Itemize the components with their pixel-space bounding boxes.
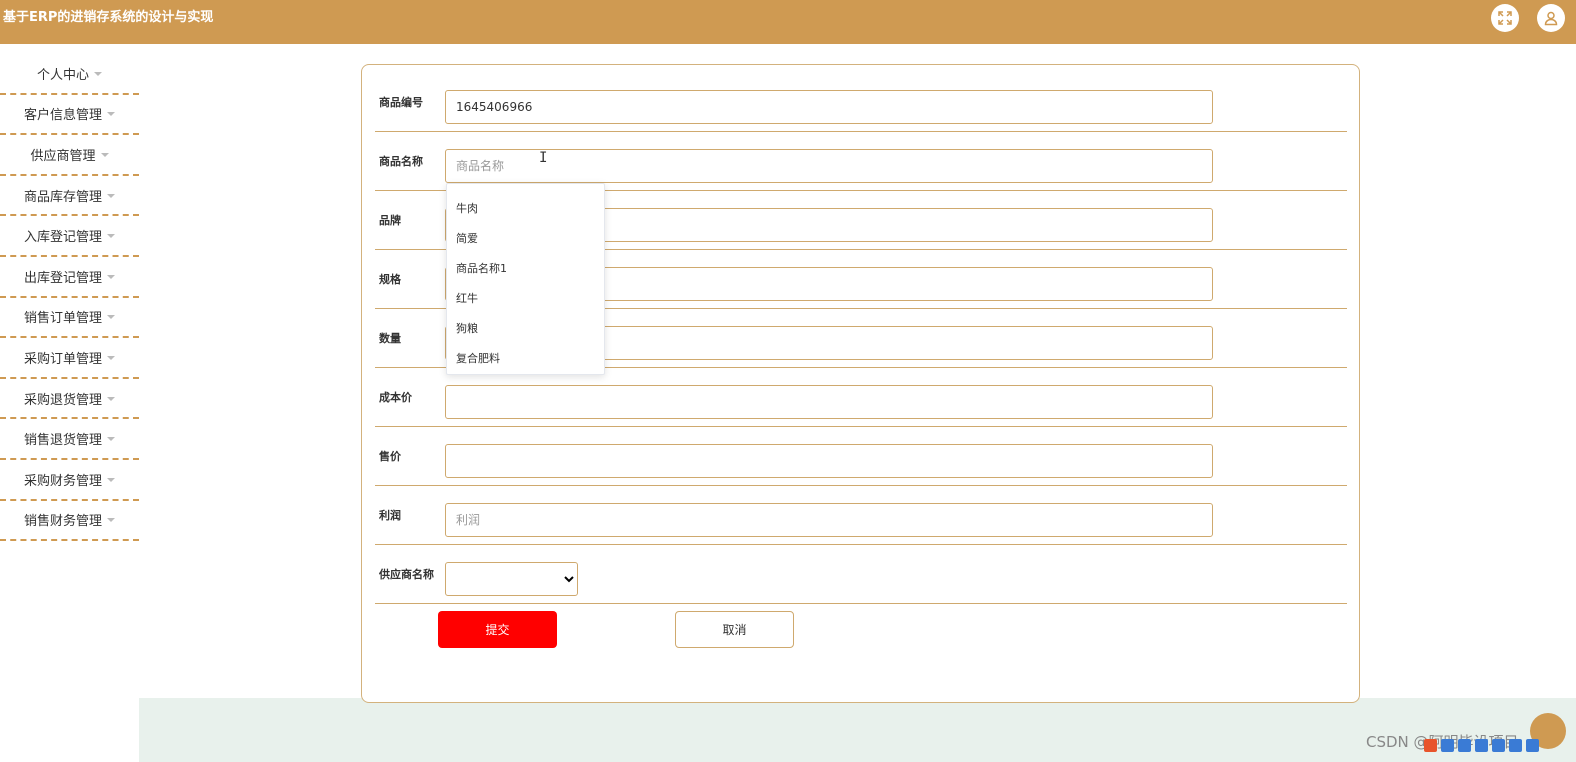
- sidebar-item-stock-in[interactable]: 入库登记管理: [0, 216, 139, 257]
- fullscreen-icon[interactable]: [1491, 4, 1519, 32]
- app-title: 基于ERP的进销存系统的设计与实现: [3, 10, 214, 25]
- cancel-button[interactable]: 取消: [675, 611, 794, 648]
- caret-down-icon: [107, 315, 115, 320]
- user-icon[interactable]: [1537, 4, 1565, 32]
- field-label: 售价: [379, 450, 401, 463]
- sidebar-item-label: 销售退货管理: [23, 433, 102, 449]
- field-label: 供应商名称: [379, 568, 434, 581]
- sidebar-item-label: 个人中心: [36, 67, 89, 83]
- footer-band: [139, 698, 1576, 762]
- suggestion-item[interactable]: 简爱: [447, 223, 604, 253]
- tray-icon: [1441, 738, 1454, 752]
- form-row-product-code: 商品编号: [375, 73, 1347, 132]
- submit-button[interactable]: 提交: [438, 611, 557, 648]
- caret-down-icon: [107, 355, 115, 360]
- caret-down-icon: [100, 152, 109, 157]
- cost-price-input[interactable]: [445, 385, 1213, 419]
- sidebar-item-label: 入库登记管理: [23, 230, 102, 246]
- caret-down-icon: [107, 437, 115, 442]
- product-name-input[interactable]: [445, 149, 1213, 183]
- keyboard-icon: [1492, 738, 1505, 752]
- shirt-icon: [1509, 738, 1522, 752]
- system-tray: [1424, 735, 1539, 755]
- form-row-sale-price: 售价: [375, 427, 1347, 486]
- caret-down-icon: [107, 193, 115, 198]
- sidebar-item-label: 销售财务管理: [23, 514, 102, 530]
- suggestion-item[interactable]: 红牛: [447, 283, 604, 313]
- sidebar-item-label: 采购财务管理: [23, 473, 102, 489]
- field-label: 利润: [379, 509, 401, 522]
- field-label: 品牌: [379, 214, 401, 227]
- supplier-select[interactable]: [445, 562, 578, 596]
- caret-down-icon: [107, 477, 115, 482]
- profit-input[interactable]: [445, 503, 1213, 537]
- suggestion-item[interactable]: 复合肥料: [447, 343, 604, 373]
- field-label: 商品名称: [379, 155, 423, 168]
- caret-down-icon: [94, 71, 102, 76]
- caret-down-icon: [107, 274, 115, 279]
- product-form: 商品编号 商品名称 品牌 规格 数量 成本价 售价 利润 供应商名称 牛肉 简爱: [361, 64, 1360, 703]
- top-header-bar: 基于ERP的进销存系统的设计与实现: [0, 0, 1576, 44]
- caret-down-icon: [107, 234, 115, 239]
- product-code-input[interactable]: [445, 90, 1213, 124]
- text-cursor-icon: I: [539, 150, 548, 166]
- sidebar-item-purchase-order[interactable]: 采购订单管理: [0, 338, 139, 379]
- product-name-suggestions-dropdown: 牛肉 简爱 商品名称1 红牛 狗粮 复合肥料: [446, 183, 605, 375]
- form-row-supplier: 供应商名称: [375, 545, 1347, 604]
- form-row-profit: 利润: [375, 486, 1347, 545]
- input-method-icon: [1424, 738, 1437, 752]
- sidebar-item-sales-finance[interactable]: 销售财务管理: [0, 501, 139, 542]
- sidebar-item-label: 出库登记管理: [23, 270, 102, 286]
- sidebar-item-label: 供应商管理: [30, 148, 96, 164]
- sidebar-item-sales-return[interactable]: 销售退货管理: [0, 419, 139, 460]
- suggestion-item[interactable]: 商品名称1: [447, 253, 604, 283]
- tray-icon: [1458, 738, 1471, 752]
- sidebar-item-sales-order[interactable]: 销售订单管理: [0, 298, 139, 339]
- sidebar-item-purchase-return[interactable]: 采购退货管理: [0, 379, 139, 420]
- sidebar-item-label: 商品库存管理: [23, 189, 102, 205]
- sidebar-item-personal-center[interactable]: 个人中心: [0, 54, 139, 95]
- sidebar-item-supplier[interactable]: 供应商管理: [0, 135, 139, 176]
- sidebar-item-purchase-finance[interactable]: 采购财务管理: [0, 460, 139, 501]
- sidebar-item-label: 客户信息管理: [23, 108, 102, 124]
- suggestion-item[interactable]: 牛肉: [447, 193, 604, 223]
- sale-price-input[interactable]: [445, 444, 1213, 478]
- caret-down-icon: [107, 518, 115, 523]
- sidebar-item-label: 采购订单管理: [23, 351, 102, 367]
- field-label: 数量: [379, 332, 401, 345]
- sidebar-item-label: 销售订单管理: [23, 311, 102, 327]
- field-label: 成本价: [379, 391, 412, 404]
- field-label: 规格: [379, 273, 401, 286]
- form-row-cost-price: 成本价: [375, 368, 1347, 427]
- field-label: 商品编号: [379, 96, 423, 109]
- sidebar-item-product-stock[interactable]: 商品库存管理: [0, 176, 139, 217]
- caret-down-icon: [107, 112, 115, 117]
- grid-icon: [1526, 738, 1539, 752]
- sidebar-item-customer-info[interactable]: 客户信息管理: [0, 95, 139, 136]
- sidebar-item-stock-out[interactable]: 出库登记管理: [0, 257, 139, 298]
- caret-down-icon: [107, 396, 115, 401]
- microphone-icon: [1475, 738, 1488, 752]
- suggestion-item[interactable]: 狗粮: [447, 313, 604, 343]
- sidebar-menu: 个人中心 客户信息管理 供应商管理 商品库存管理 入库登记管理 出库登记管理 销…: [0, 54, 139, 542]
- sidebar-item-label: 采购退货管理: [23, 392, 102, 408]
